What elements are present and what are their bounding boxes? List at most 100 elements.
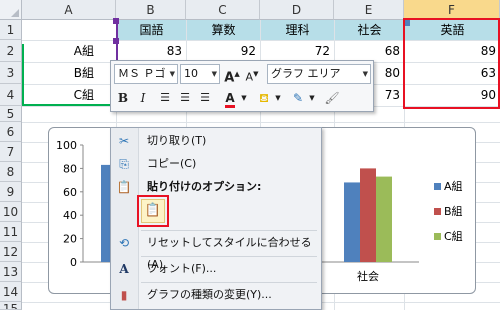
- menu-label-cut: 切り取り(T): [147, 134, 207, 147]
- shrink-font-button[interactable]: A▼: [243, 64, 261, 84]
- font-size-combo[interactable]: 10 ▼: [180, 64, 220, 84]
- range-handle-top[interactable]: [113, 18, 119, 24]
- legend-label-a[interactable]: A組: [444, 178, 463, 194]
- chart-element-combo[interactable]: グラフ エリア ▼: [267, 64, 371, 84]
- row-header-3[interactable]: 3: [0, 62, 22, 84]
- chevron-down-icon: ▼: [169, 70, 175, 78]
- y-tick-label: 80: [63, 162, 77, 175]
- context-menu: ✂ 切り取り(T) ⎘ コピー(C) 📋 貼り付けのオプション: 📋 ⟲ リセッ…: [110, 127, 322, 310]
- row-header-12[interactable]: 12: [0, 242, 22, 262]
- menu-item-copy[interactable]: ⎘ コピー(C): [111, 153, 321, 175]
- menu-item-reset-style[interactable]: ⟲ リセットしてスタイルに合わせる(A): [111, 232, 321, 271]
- row-header-15[interactable]: 15: [0, 302, 22, 310]
- menu-item-cut[interactable]: ✂ 切り取り(T): [111, 130, 321, 152]
- row-label-b[interactable]: B組: [23, 63, 116, 83]
- header-cell-shakai[interactable]: 社会: [335, 20, 404, 40]
- fill-color-dropdown[interactable]: ▼: [273, 88, 283, 108]
- row-header-9[interactable]: 9: [0, 182, 22, 202]
- y-tick-label: 40: [63, 209, 77, 222]
- align-right-button[interactable]: ☰: [196, 88, 214, 108]
- chevron-down-icon: ▼: [362, 70, 368, 78]
- legend-label-b[interactable]: B組: [444, 203, 463, 219]
- row-header-1[interactable]: 1: [0, 20, 22, 40]
- menu-item-font[interactable]: A フォント(F)...: [111, 258, 321, 280]
- menu-label-copy: コピー(C): [147, 157, 197, 170]
- column-header-b[interactable]: B: [116, 0, 186, 20]
- header-cell-sansu[interactable]: 算数: [187, 20, 260, 40]
- paste-button-highlight: [137, 195, 169, 227]
- y-tick-label: 20: [63, 233, 77, 246]
- chevron-down-icon: ▼: [211, 70, 217, 78]
- row-header-6[interactable]: 6: [0, 122, 22, 142]
- cell-d2[interactable]: 72: [261, 41, 334, 61]
- bar-社会-B組: [360, 168, 376, 262]
- header-cell-rika[interactable]: 理科: [261, 20, 334, 40]
- scissors-icon: ✂: [118, 134, 130, 148]
- row-header-14[interactable]: 14: [0, 282, 22, 302]
- bar-社会-C組: [376, 176, 392, 262]
- bar-社会-A組: [344, 182, 360, 262]
- outline-color-dropdown[interactable]: ▼: [307, 88, 317, 108]
- menu-label-paste-options: 貼り付けのオプション:: [147, 180, 262, 193]
- bold-button[interactable]: B: [114, 88, 132, 108]
- row-header-7[interactable]: 7: [0, 142, 22, 162]
- legend-label-c[interactable]: C組: [444, 228, 463, 244]
- row-header-13[interactable]: 13: [0, 262, 22, 282]
- chevron-down-icon: ▼: [309, 94, 315, 102]
- bold-icon: B: [117, 91, 129, 105]
- format-painter-button[interactable]: 🖌: [323, 88, 341, 108]
- row-header-10[interactable]: 10: [0, 202, 22, 222]
- row-label-c[interactable]: C組: [23, 85, 116, 105]
- grow-font-button[interactable]: A▲: [223, 64, 241, 86]
- paste-options-icon: 📋: [116, 180, 132, 194]
- row-header-11[interactable]: 11: [0, 222, 22, 242]
- menu-label-font: フォント(F)...: [147, 262, 217, 275]
- copy-icon: ⎘: [119, 157, 129, 171]
- cell-e4[interactable]: 73: [375, 85, 404, 105]
- fill-color-button[interactable]: ⛾: [255, 88, 273, 108]
- font-color-icon: A: [225, 91, 235, 108]
- reset-style-icon: ⟲: [118, 236, 130, 250]
- column-header-f[interactable]: F: [404, 0, 500, 20]
- align-left-button[interactable]: ☰: [156, 88, 174, 108]
- align-center-icon: ☰: [180, 91, 190, 104]
- italic-button[interactable]: I: [134, 88, 152, 108]
- cell-e2[interactable]: 68: [335, 41, 404, 61]
- x-tick-label: 社会: [357, 269, 379, 283]
- eigo-column-highlight: [403, 18, 500, 109]
- font-color-dropdown[interactable]: ▼: [239, 88, 249, 108]
- brush-icon: 🖌: [324, 91, 340, 105]
- legend-swatch-b: [434, 208, 441, 215]
- column-header-d[interactable]: D: [260, 0, 334, 20]
- chevron-down-icon: ▼: [275, 94, 281, 102]
- column-header-e[interactable]: E: [334, 0, 404, 20]
- row-header-4[interactable]: 4: [0, 84, 22, 106]
- series-name-range-marker: [22, 44, 26, 106]
- select-all-corner[interactable]: [0, 0, 22, 20]
- cell-b2[interactable]: 83: [117, 41, 186, 61]
- italic-icon: I: [140, 91, 146, 105]
- font-icon: A: [119, 262, 129, 276]
- font-color-button[interactable]: A: [221, 88, 239, 108]
- shrink-font-icon: A: [245, 70, 254, 84]
- y-tick-label: 100: [56, 139, 77, 152]
- font-name-combo[interactable]: ＭＳ Ｐゴ ▼: [114, 64, 178, 84]
- cell-e3[interactable]: 80: [375, 63, 404, 83]
- column-header-c[interactable]: C: [186, 0, 260, 20]
- cell-c2[interactable]: 92: [187, 41, 260, 61]
- row-label-a[interactable]: A組: [23, 41, 116, 61]
- font-size-value: 10: [184, 67, 198, 80]
- range-handle-mid[interactable]: [113, 38, 119, 44]
- row-header-8[interactable]: 8: [0, 162, 22, 182]
- chevron-down-icon: ▼: [241, 94, 247, 102]
- column-header-a[interactable]: A: [22, 0, 116, 20]
- outline-color-button[interactable]: ✎: [289, 88, 307, 108]
- menu-item-change-chart-type[interactable]: ▮ グラフの種類の変更(Y)...: [111, 284, 321, 306]
- row-header-5[interactable]: 5: [0, 106, 22, 122]
- grow-font-icon: A: [224, 70, 235, 86]
- row-header-2[interactable]: 2: [0, 40, 22, 62]
- align-center-button[interactable]: ☰: [176, 88, 194, 108]
- legend-swatch-c: [434, 233, 441, 240]
- align-left-icon: ☰: [160, 91, 170, 104]
- header-cell-kokugo[interactable]: 国語: [117, 20, 186, 40]
